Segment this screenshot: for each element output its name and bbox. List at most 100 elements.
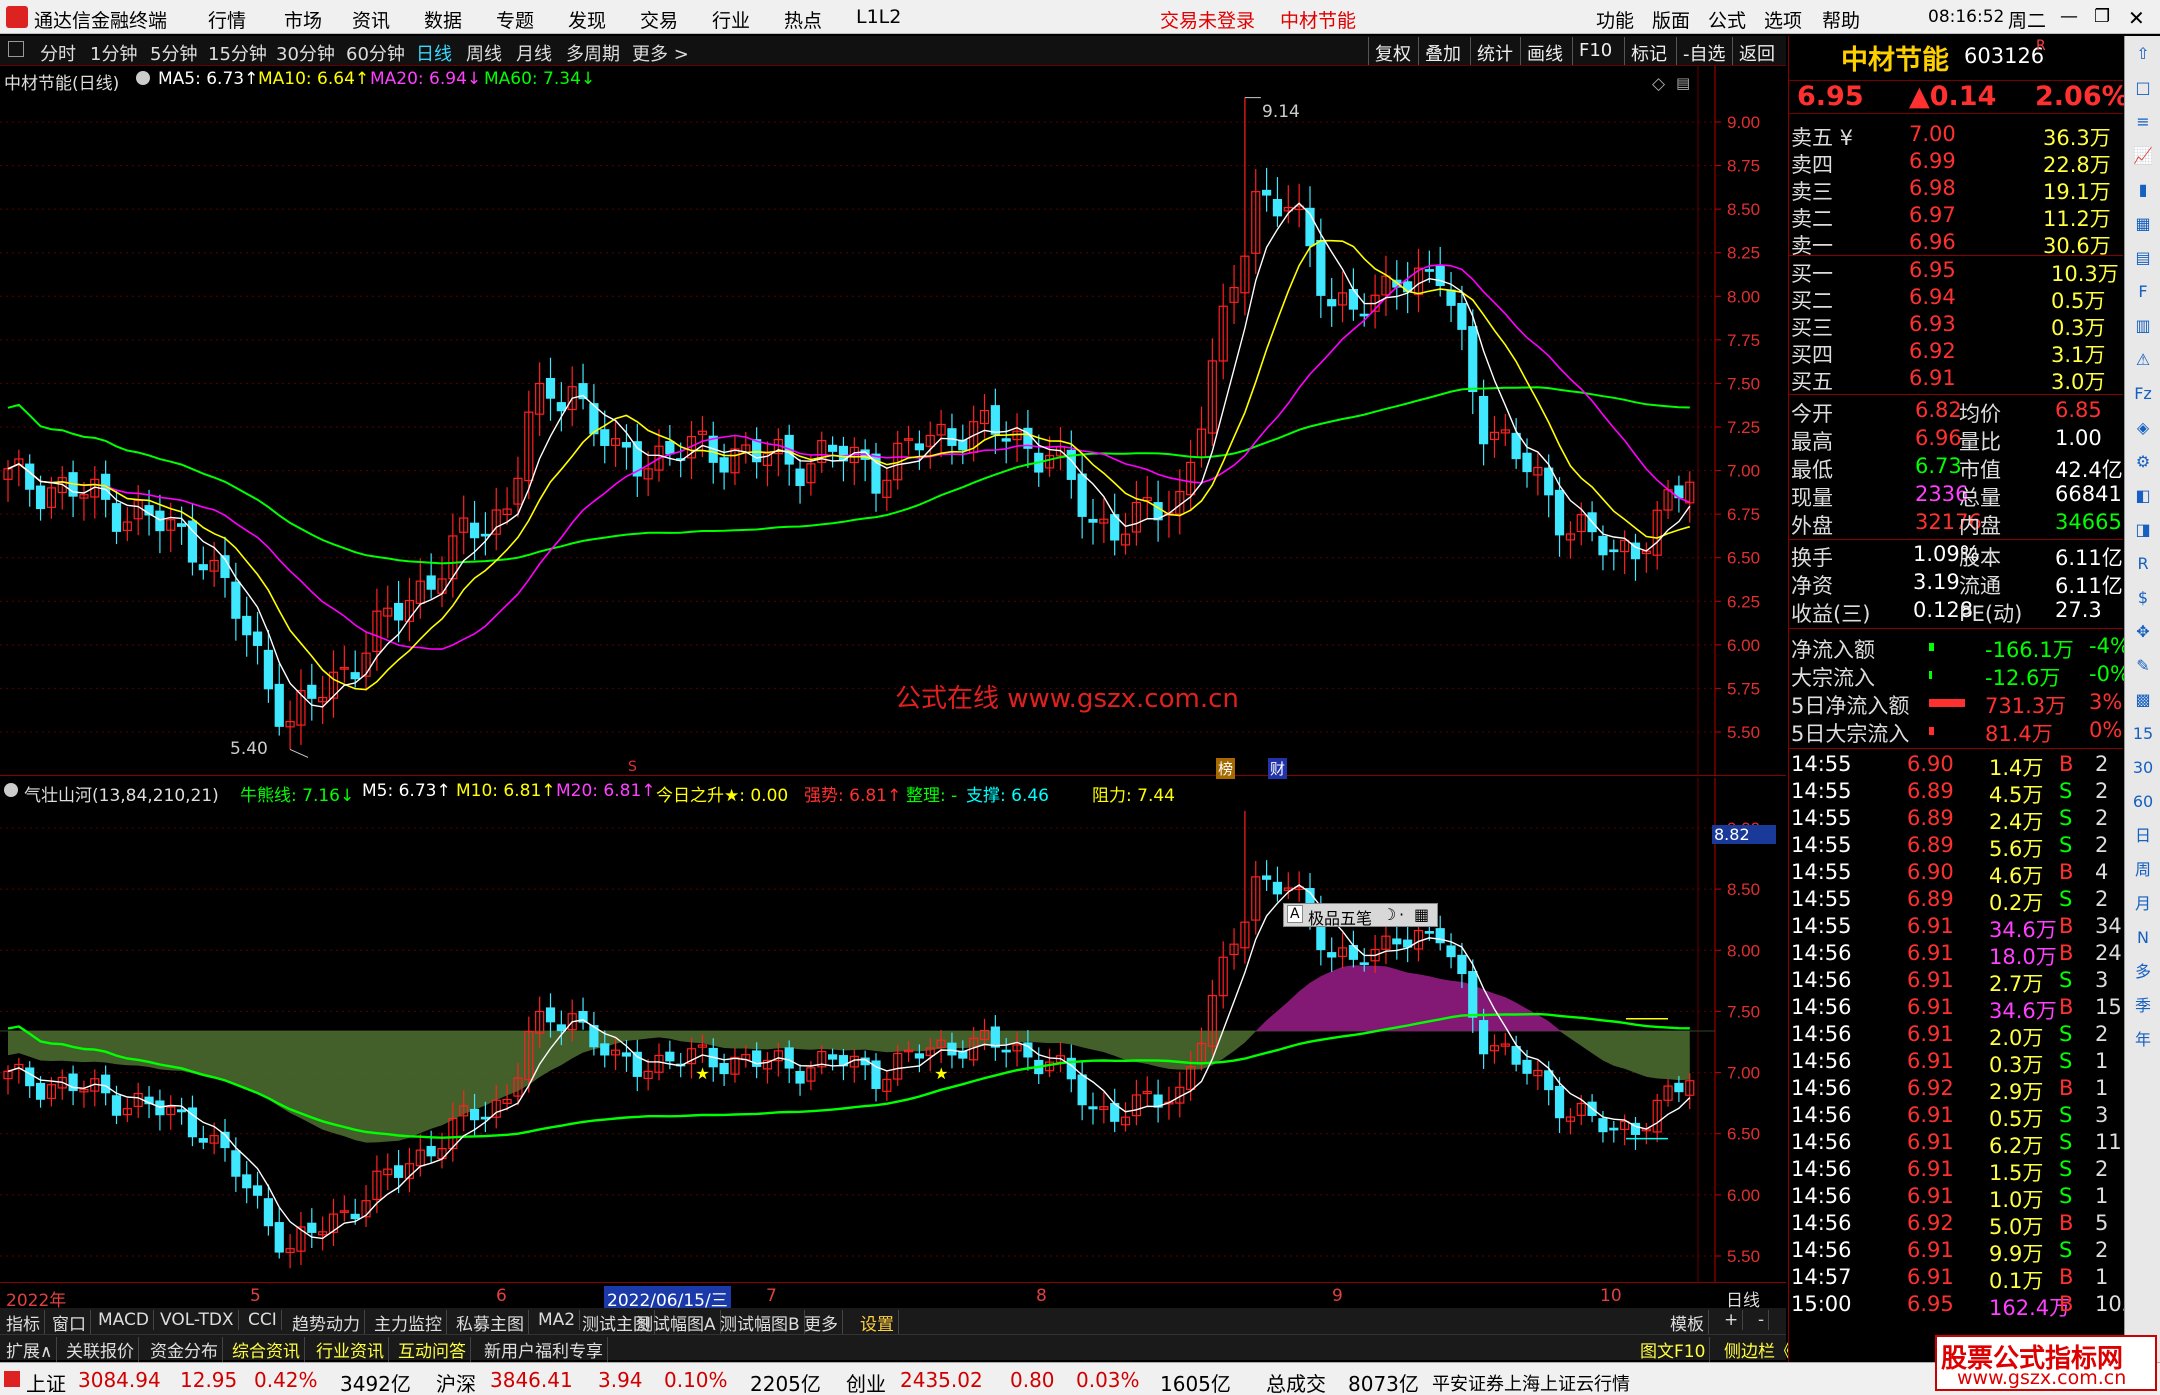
ime-keyboard-icon[interactable]: ▦	[1414, 905, 1429, 924]
indicator-tab[interactable]: 私募主图	[452, 1310, 529, 1335]
money-icon[interactable]: $	[2131, 586, 2155, 610]
pen-icon[interactable]: ✎	[2131, 654, 2155, 678]
template-button[interactable]: 模板	[1666, 1310, 1709, 1335]
ime-moon-icon[interactable]: ☽	[1382, 905, 1396, 924]
menu-item[interactable]: 行业	[712, 6, 750, 33]
timeframe-tab[interactable]: 多周期	[566, 40, 620, 66]
menu-item[interactable]: 市场	[284, 6, 322, 33]
chart-tool-button[interactable]: -自选	[1676, 37, 1732, 65]
timeframe-tab[interactable]: 15分钟	[208, 40, 267, 66]
indicator-tab[interactable]: MA2	[534, 1310, 581, 1330]
news-icon[interactable]: ▥	[2131, 314, 2155, 338]
window-icon[interactable]: □	[2131, 76, 2155, 100]
timeframe-tab[interactable]: 分时	[40, 40, 76, 66]
menu-item[interactable]: 行情	[208, 6, 246, 33]
indicator-tab[interactable]: CCI	[244, 1310, 282, 1330]
timeframe-tab[interactable]: 30分钟	[276, 40, 335, 66]
30-icon[interactable]: 30	[2131, 756, 2155, 780]
grid-icon[interactable]: ▦	[2131, 212, 2155, 236]
日-icon[interactable]: 日	[2131, 824, 2155, 848]
timeframe-tab[interactable]: 1分钟	[90, 40, 137, 66]
月-icon[interactable]: 月	[2131, 892, 2155, 916]
close-icon[interactable]: ✕	[2128, 6, 2145, 30]
chart-tool-button[interactable]: 统计	[1470, 37, 1519, 65]
side-tab[interactable]: 图文F10	[1636, 1337, 1711, 1362]
bsi-icon[interactable]: ◨	[2131, 518, 2155, 542]
timeframe-tab[interactable]: 更多 >	[632, 40, 689, 66]
menu-right-item[interactable]: 选项	[1764, 6, 1802, 33]
shield-icon[interactable]: ◈	[2131, 416, 2155, 440]
15-icon[interactable]: 15	[2131, 722, 2155, 746]
rsi-icon[interactable]: R	[2131, 552, 2155, 576]
indicator-chart[interactable]: 9.008.508.007.507.006.506.005.50★★ 气壮山河(…	[0, 778, 1786, 1282]
restore-icon[interactable]: ❐	[2094, 6, 2110, 27]
timeframe-tab[interactable]: 周线	[466, 40, 502, 66]
年-icon[interactable]: 年	[2131, 1028, 2155, 1052]
cy-label[interactable]: 创业	[846, 1368, 886, 1395]
chart-tool-button[interactable]: F10	[1572, 37, 1618, 65]
indicator-tab[interactable]: 趋势动力	[288, 1310, 365, 1335]
sh-label[interactable]: 上证	[26, 1368, 66, 1395]
side-tab[interactable]: 侧边栏《	[1720, 1337, 1797, 1362]
chart-panel-icon[interactable]: ▤	[1676, 74, 1690, 92]
chart2-icon[interactable]: ◧	[2131, 484, 2155, 508]
chart-tool-button[interactable]: 叠加	[1418, 37, 1467, 65]
extension-tab[interactable]: 资金分布	[146, 1337, 223, 1362]
indicator-tab[interactable]: 指标	[2, 1310, 45, 1335]
indicator-tab[interactable]: VOL-TDX	[156, 1310, 239, 1330]
N-icon[interactable]: N	[2131, 926, 2155, 950]
menu-item[interactable]: 交易	[640, 6, 678, 33]
ime-a-button[interactable]: A	[1287, 905, 1303, 923]
menu-item[interactable]: L1L2	[856, 6, 901, 28]
menu-right-item[interactable]: 版面	[1652, 6, 1690, 33]
sub-legend-chevron-icon[interactable]	[4, 783, 18, 797]
extension-tab[interactable]: 关联报价	[62, 1337, 139, 1362]
menu-right-item[interactable]: 功能	[1596, 6, 1634, 33]
extension-tab[interactable]: 综合资讯	[228, 1337, 305, 1362]
menu-right-item[interactable]: 公式	[1708, 6, 1746, 33]
indicator-tab[interactable]: 更多	[800, 1310, 843, 1335]
chart-tool-button[interactable]: 返回	[1732, 37, 1781, 65]
extension-tab[interactable]: 新用户福利专享	[480, 1337, 608, 1362]
extension-tab[interactable]: 互动问答	[394, 1337, 471, 1362]
extension-tab[interactable]: 行业资讯	[312, 1337, 389, 1362]
template-button[interactable]: +	[1720, 1310, 1744, 1330]
chart-tool-button[interactable]: 复权	[1368, 37, 1417, 65]
indicator-tab[interactable]: 设置	[856, 1310, 899, 1335]
indicator-tab[interactable]: MACD	[94, 1310, 154, 1330]
menu-item[interactable]: 资讯	[352, 6, 390, 33]
menu-item[interactable]: 发现	[568, 6, 606, 33]
trade-login-status[interactable]: 交易未登录	[1160, 6, 1255, 33]
menu-item[interactable]: 数据	[424, 6, 462, 33]
indicator-tab[interactable]: 测试幅图B	[716, 1310, 805, 1335]
menu-right-item[interactable]: 帮助	[1822, 6, 1860, 33]
fin-icon[interactable]: F	[2131, 280, 2155, 304]
hs-label[interactable]: 沪深	[436, 1368, 476, 1395]
marker-bang[interactable]: 榜	[1216, 758, 1236, 779]
周-icon[interactable]: 周	[2131, 858, 2155, 882]
60-icon[interactable]: 60	[2131, 790, 2155, 814]
main-kline-chart[interactable]: 9.00 8.75 8.50 8.25 8.00 7.75 7.50 7.25 7.00 6.75…	[0, 66, 1786, 779]
ime-dot-icon[interactable]: ·	[1399, 905, 1404, 924]
fz-icon[interactable]: Fz	[2131, 382, 2155, 406]
marker-cai[interactable]: 财	[1268, 758, 1288, 779]
chart-diamond-icon[interactable]: ◇	[1652, 74, 1665, 94]
gear-icon[interactable]: ⚙	[2131, 450, 2155, 474]
extension-tab[interactable]: 扩展∧	[2, 1337, 58, 1362]
timeframe-tab[interactable]: 日线	[416, 40, 452, 66]
bars-icon[interactable]: ▮	[2131, 178, 2155, 202]
minimize-icon[interactable]: —	[2060, 6, 2078, 27]
bars2-icon[interactable]: ▩	[2131, 688, 2155, 712]
timeframe-tab[interactable]: 5分钟	[150, 40, 197, 66]
menu-item[interactable]: 专题	[496, 6, 534, 33]
template-button[interactable]: -	[1754, 1310, 1770, 1330]
doc-icon[interactable]: ▤	[2131, 246, 2155, 270]
up-arrow-icon[interactable]: ⇧	[2131, 42, 2155, 66]
多-icon[interactable]: 多	[2131, 960, 2155, 984]
ime-toolbar[interactable]: A 极品五笔 ☽ · ▦	[1283, 903, 1438, 928]
menu-item[interactable]: 热点	[784, 6, 822, 33]
chart-tool-button[interactable]: 画线	[1520, 37, 1569, 65]
timeframe-tab[interactable]: 60分钟	[346, 40, 405, 66]
indicator-tab[interactable]: 窗口	[48, 1310, 91, 1335]
indicator-tab[interactable]: 主力监控	[370, 1310, 447, 1335]
